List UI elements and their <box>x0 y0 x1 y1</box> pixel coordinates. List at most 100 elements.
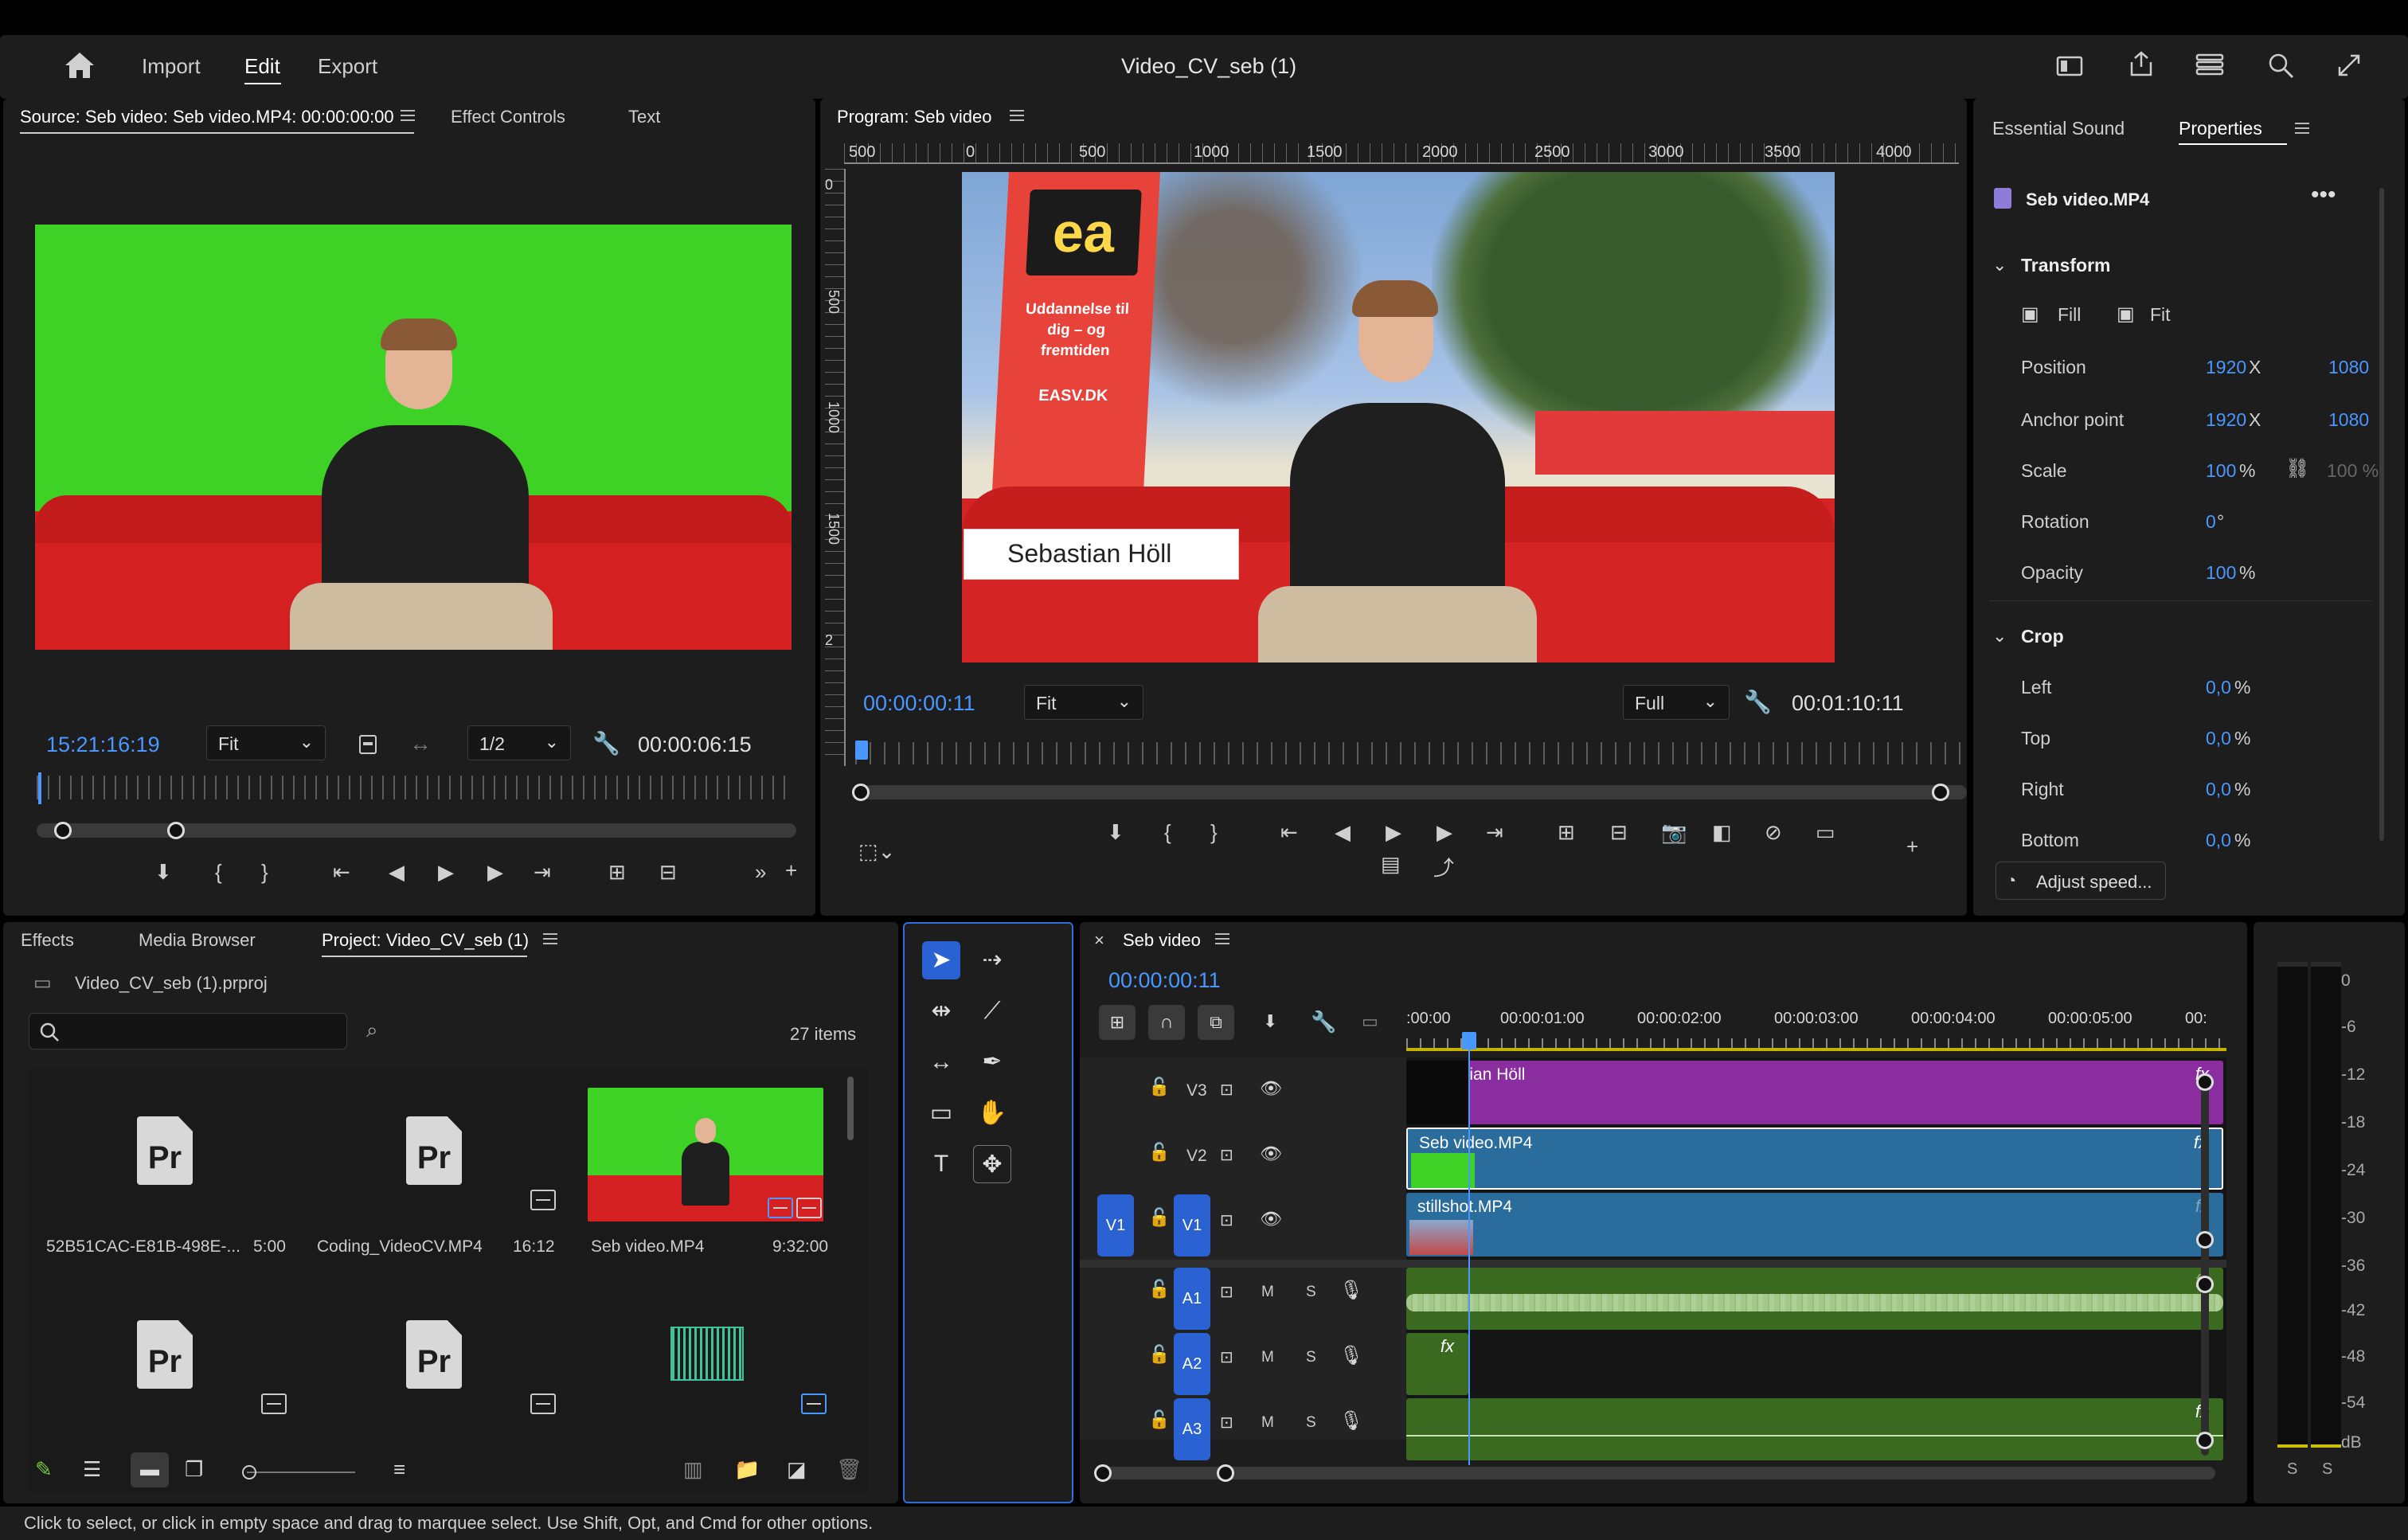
track-v1-target[interactable]: V1 <box>1174 1194 1210 1257</box>
program-zoom-out-handle[interactable] <box>1932 784 1949 801</box>
vr-video-icon[interactable]: ⊘ <box>1765 820 1782 845</box>
go-to-in-icon[interactable]: ⇤ <box>333 860 350 885</box>
program-timecode[interactable]: 00:00:00:11 <box>863 691 975 716</box>
scroll-handle[interactable] <box>2196 1432 2214 1449</box>
fullscreen-icon[interactable] <box>2336 53 2362 78</box>
program-zoom-in-handle[interactable] <box>852 784 870 801</box>
source-timecode[interactable]: 15:21:16:19 <box>46 733 160 757</box>
razor-tool-icon[interactable]: ⟋ <box>973 992 1011 1030</box>
step-back-icon[interactable]: ◀ <box>1335 820 1351 845</box>
play-icon[interactable]: ▶ <box>1386 820 1401 845</box>
more-buttons-icon[interactable]: » <box>755 860 766 885</box>
timeline-menu-icon[interactable] <box>1215 933 1229 944</box>
sync-lock-icon[interactable]: ⊡ <box>1220 1413 1233 1433</box>
crop-right-value[interactable]: 0,0 <box>2206 779 2231 800</box>
comparison-view-icon[interactable]: ⬚⌄ <box>858 839 895 864</box>
close-sequence-icon[interactable]: × <box>1094 930 1104 951</box>
search-sparkle-icon[interactable] <box>2266 51 2295 80</box>
sort-icon[interactable]: ≡ <box>393 1457 405 1482</box>
list-view-icon[interactable]: ☰ <box>83 1457 101 1482</box>
eye-icon[interactable]: 👁 <box>1260 1209 1282 1229</box>
solo-button[interactable]: S <box>1306 1414 1316 1432</box>
timeline-playhead[interactable] <box>1468 1035 1470 1465</box>
add-button-icon[interactable]: + <box>785 858 797 883</box>
timeline-zoom-in-handle[interactable] <box>1094 1464 1112 1482</box>
linked-selection-icon[interactable]: ⧉ <box>1198 1005 1234 1040</box>
find-icon[interactable]: ⌕ <box>366 1018 378 1043</box>
sync-lock-icon[interactable]: ⊡ <box>1220 1145 1233 1165</box>
step-forward-icon[interactable]: ▶ <box>487 860 503 885</box>
timeline-zoom-out-handle[interactable] <box>1217 1464 1234 1482</box>
anchor-x[interactable]: 1920 <box>2206 409 2246 431</box>
export-frame-icon[interactable]: 📷 <box>1661 820 1687 845</box>
tab-text[interactable]: Text <box>628 107 660 127</box>
transform-heading[interactable]: Transform <box>2021 255 2110 276</box>
source-resolution-select[interactable]: 1/2 ⌄ <box>467 725 571 760</box>
scale-value[interactable]: 100 <box>2206 460 2236 482</box>
clip-audio-a3[interactable]: fx <box>1406 1398 2223 1460</box>
comparison-icon[interactable]: ◧ <box>1712 820 1732 845</box>
new-item-icon[interactable]: ◪ <box>787 1457 807 1482</box>
program-title[interactable]: Program: Seb video <box>837 107 991 127</box>
wrench-icon[interactable]: 🔧 <box>1744 691 1772 713</box>
selection-tool-icon[interactable]: ➤ <box>922 941 960 979</box>
mute-button[interactable]: M <box>1261 1284 1274 1301</box>
home-icon[interactable] <box>64 51 96 80</box>
go-to-out-icon[interactable]: ⇥ <box>1486 820 1503 845</box>
eye-icon[interactable]: 👁 <box>1260 1078 1282 1099</box>
transform-chevron-icon[interactable]: ⌄ <box>1992 255 2007 276</box>
clip-audio-a2[interactable]: fx <box>1406 1333 1468 1395</box>
export-share-icon[interactable]: ⤴ <box>1433 852 1454 881</box>
position-y[interactable]: 1080 <box>2328 357 2369 378</box>
automate-icon[interactable]: ▥ <box>683 1457 703 1482</box>
step-back-icon[interactable]: ◀ <box>389 860 405 885</box>
nav-import[interactable]: Import <box>142 54 201 79</box>
tab-essential-sound[interactable]: Essential Sound <box>1992 118 2125 139</box>
tab-effects[interactable]: Effects <box>21 930 74 951</box>
source-zoom-bar[interactable] <box>37 823 796 838</box>
wrench-icon[interactable]: 🔧 <box>592 733 620 755</box>
sync-lock-icon[interactable]: ⊡ <box>1220 1080 1233 1100</box>
crop-chevron-icon[interactable]: ⌄ <box>1992 626 2007 647</box>
source-zoom-in-handle[interactable] <box>54 822 72 839</box>
nest-toggle-icon[interactable]: ⊞ <box>1099 1005 1136 1040</box>
voiceover-mic-icon[interactable]: 🎙 <box>1339 1409 1363 1433</box>
sync-lock-icon[interactable]: ⊡ <box>1220 1347 1233 1367</box>
more-options-icon[interactable]: ••• <box>2311 182 2336 209</box>
insert-gap-icon[interactable]: ↔ <box>409 733 432 755</box>
go-to-in-icon[interactable]: ⇤ <box>1280 820 1298 845</box>
type-tool-icon[interactable]: T <box>922 1145 960 1183</box>
source-zoom-out-handle[interactable] <box>167 822 185 839</box>
tab-source[interactable]: Source: Seb video: Seb video.MP4: 00:00:… <box>20 107 394 127</box>
lift-icon[interactable]: ⊞ <box>1558 820 1575 845</box>
clip-sebastian-holl[interactable]: Sebastian Höll fx <box>1406 1061 2223 1124</box>
marker-icon[interactable]: ⬇ <box>154 860 172 885</box>
trash-icon[interactable]: 🗑 <box>836 1457 862 1482</box>
lock-icon[interactable]: 🔓 <box>1148 1279 1170 1300</box>
pen-tool-icon[interactable]: ✒ <box>973 1043 1011 1081</box>
source-fit-select[interactable]: Fit ⌄ <box>206 725 326 760</box>
quick-export-icon[interactable] <box>2195 53 2224 76</box>
fit-button[interactable]: Fit <box>2150 304 2171 326</box>
timeline-timecode[interactable]: 00:00:00:11 <box>1108 968 1221 993</box>
share-icon[interactable] <box>2127 49 2156 78</box>
lock-icon[interactable]: 🔓 <box>1148 1077 1170 1097</box>
work-area-bar[interactable] <box>1406 1048 2226 1051</box>
go-to-out-icon[interactable]: ⇥ <box>534 860 551 885</box>
sync-lock-icon[interactable]: ⊡ <box>1220 1210 1233 1230</box>
tab-properties[interactable]: Properties <box>2179 118 2262 139</box>
voiceover-mic-icon[interactable]: 🎙 <box>1339 1279 1363 1302</box>
track-a3-target[interactable]: A3 <box>1174 1398 1210 1460</box>
fill-icon[interactable]: ▣ <box>2021 303 2039 326</box>
seb-video-thumbnail[interactable] <box>588 1088 823 1221</box>
search-input[interactable] <box>29 1013 347 1049</box>
timeline-settings-icon[interactable]: 🔧 <box>1311 1010 1336 1034</box>
insert-icon[interactable]: ⊞ <box>608 860 626 885</box>
nav-export[interactable]: Export <box>318 54 377 79</box>
lock-icon[interactable]: 🔓 <box>1148 1142 1170 1163</box>
project-scrollbar[interactable] <box>847 1077 854 1140</box>
timeline-playhead-head[interactable] <box>1462 1032 1476 1049</box>
anchor-y[interactable]: 1080 <box>2328 409 2369 431</box>
solo-left-button[interactable]: S <box>2287 1460 2297 1479</box>
lock-icon[interactable]: 🔓 <box>1148 1409 1170 1430</box>
